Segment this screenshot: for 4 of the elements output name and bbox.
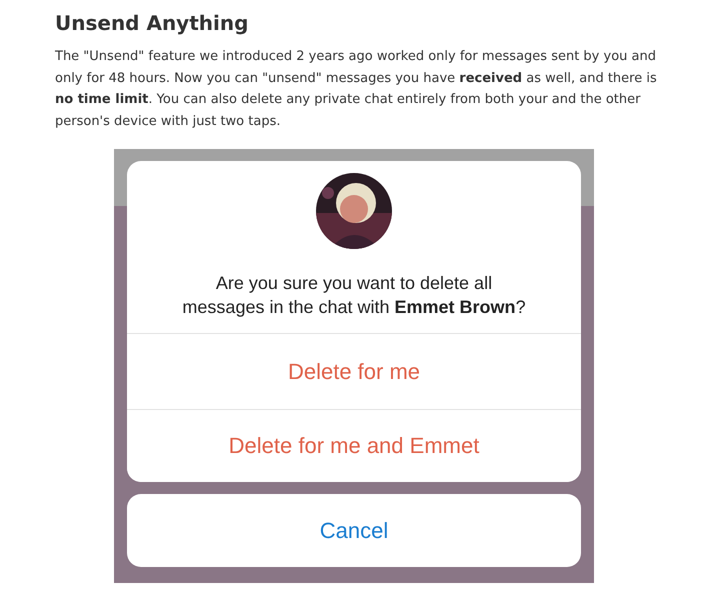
article-heading: Unsend Anything	[55, 10, 250, 36]
article-paragraph: The "Unsend" feature we introduced 2 years ago worked only for messages sent by you and only for 48 hours. Now you can "unsend" messages you have received as well, and there is no time limit. You can also delete any private chat entirely from both your and the other person's device with just two taps.	[55, 48, 658, 130]
confirm-message: Are you sure you want to delete all messages in the chat with Emmet Brown?	[181, 272, 527, 319]
delete-option[interactable]: Delete for me and Emmet	[127, 409, 581, 482]
